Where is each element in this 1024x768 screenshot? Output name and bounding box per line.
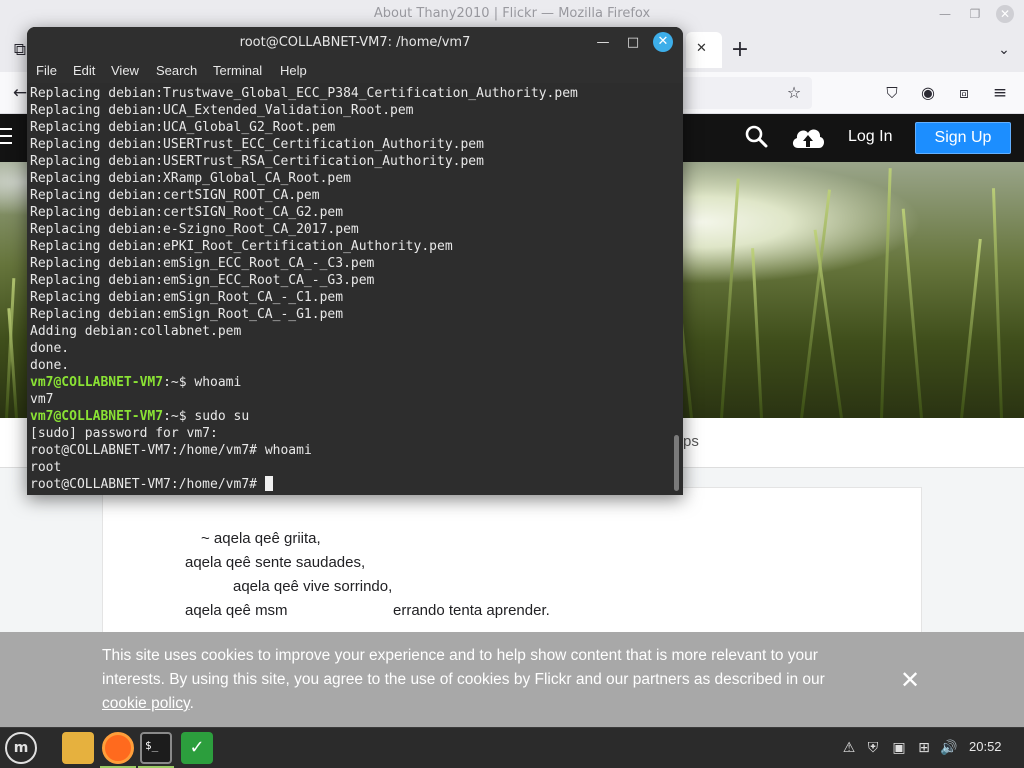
account-icon[interactable]: ◉ bbox=[916, 81, 940, 105]
upload-cloud-icon[interactable] bbox=[790, 124, 828, 152]
updates-icon[interactable]: ▣ bbox=[890, 739, 908, 757]
terminal-prompt-line: root@COLLABNET-VM7:/home/vm7# whoami bbox=[30, 442, 312, 459]
description-line: aqela qeê vive sorrindo, bbox=[233, 578, 393, 595]
description-line: aqela qeê msm bbox=[185, 602, 288, 619]
firefox-titlebar: About Thany2010 | Flickr — Mozilla Firef… bbox=[0, 0, 1024, 28]
url-bar[interactable]: ☆ bbox=[672, 77, 812, 109]
menu-help[interactable]: Help bbox=[280, 63, 307, 78]
notification-icon[interactable]: ⚠ bbox=[840, 739, 858, 757]
terminal-line: done. bbox=[30, 358, 70, 373]
terminal-line: Adding debian:collabnet.pem bbox=[30, 324, 242, 339]
cookie-message-end: . bbox=[189, 695, 194, 712]
terminal-line: Replacing debian:USERTrust_ECC_Certifica… bbox=[30, 137, 484, 152]
prompt-user: vm7@COLLABNET-VM7 bbox=[30, 375, 164, 390]
cookie-message: This site uses cookies to improve your e… bbox=[102, 644, 862, 716]
app-menu-icon[interactable]: ≡ bbox=[988, 81, 1012, 105]
menu-edit[interactable]: Edit bbox=[73, 63, 95, 78]
root-prompt: root@COLLABNET-VM7:/home/vm7# bbox=[30, 477, 265, 492]
terminal-line: Replacing debian:e-Szigno_Root_CA_2017.p… bbox=[30, 222, 359, 237]
mint-menu-icon[interactable]: m bbox=[5, 732, 37, 764]
terminal-line: Replacing debian:Trustwave_Global_ECC_P3… bbox=[30, 86, 578, 101]
prompt-path: :~$ bbox=[163, 375, 195, 390]
terminal-titlebar[interactable]: root@COLLABNET-VM7: /home/vm7 — □ ✕ bbox=[27, 27, 683, 59]
menu-terminal[interactable]: Terminal bbox=[213, 63, 262, 78]
minimize-icon[interactable]: — bbox=[936, 5, 954, 23]
terminal-line: Replacing debian:emSign_Root_CA_-_C1.pem bbox=[30, 290, 344, 305]
clock[interactable]: 20:52 bbox=[969, 739, 1002, 754]
terminal-output[interactable]: Replacing debian:Trustwave_Global_ECC_P3… bbox=[27, 83, 683, 495]
list-all-tabs-icon[interactable]: ⌄ bbox=[992, 38, 1016, 62]
shield-app-icon[interactable]: ✓ bbox=[181, 732, 213, 764]
new-tab-button[interactable]: + bbox=[728, 38, 752, 62]
terminal-window[interactable]: root@COLLABNET-VM7: /home/vm7 — □ ✕ File… bbox=[27, 27, 683, 495]
signup-button[interactable]: Sign Up bbox=[915, 122, 1011, 154]
prompt-path: :~$ bbox=[163, 409, 195, 424]
terminal-line: Replacing debian:emSign_ECC_Root_CA_-_G3… bbox=[30, 273, 375, 288]
terminal-line: Replacing debian:UCA_Global_G2_Root.pem bbox=[30, 120, 336, 135]
terminal-maximize-icon[interactable]: □ bbox=[623, 33, 643, 53]
command: whoami bbox=[194, 375, 242, 390]
menu-view[interactable]: View bbox=[111, 63, 139, 78]
terminal-line: Replacing debian:USERTrust_RSA_Certifica… bbox=[30, 154, 484, 169]
terminal-scrollbar[interactable] bbox=[674, 435, 679, 491]
terminal-title: root@COLLABNET-VM7: /home/vm7 bbox=[239, 35, 471, 50]
cookie-message-text: This site uses cookies to improve your e… bbox=[102, 647, 825, 688]
terminal-prompt-line: vm7@COLLABNET-VM7:~$ whoami bbox=[30, 374, 241, 391]
network-icon[interactable]: ⊞ bbox=[915, 739, 933, 757]
command: whoami bbox=[264, 443, 312, 458]
active-tab[interactable]: ✕ bbox=[686, 32, 722, 68]
cookie-close-icon[interactable]: ✕ bbox=[898, 668, 922, 692]
subnav-tab-partial[interactable]: ps bbox=[683, 433, 699, 450]
terminal-line: Replacing debian:emSign_ECC_Root_CA_-_C3… bbox=[30, 256, 375, 271]
profile-description-card: ~ aqela qeê griita, aqela qeê sente saud… bbox=[102, 487, 922, 647]
prompt-user: vm7@COLLABNET-VM7 bbox=[30, 409, 164, 424]
menu-search[interactable]: Search bbox=[156, 63, 197, 78]
command: sudo su bbox=[194, 409, 250, 424]
hamburger-menu-icon[interactable] bbox=[0, 128, 12, 148]
terminal-line: Replacing debian:ePKI_Root_Certification… bbox=[30, 239, 453, 254]
maximize-icon[interactable]: ❐ bbox=[966, 5, 984, 23]
tab-close-icon[interactable]: ✕ bbox=[696, 41, 707, 56]
terminal-line: Replacing debian:certSIGN_Root_CA_G2.pem bbox=[30, 205, 344, 220]
menu-file[interactable]: File bbox=[36, 63, 57, 78]
root-prompt: root@COLLABNET-VM7:/home/vm7# bbox=[30, 443, 265, 458]
desktop-screen: About Thany2010 | Flickr — Mozilla Firef… bbox=[0, 0, 1024, 768]
cookie-banner: This site uses cookies to improve your e… bbox=[0, 632, 1024, 727]
terminal-line: Replacing debian:certSIGN_ROOT_CA.pem bbox=[30, 188, 320, 203]
terminal-line: [sudo] password for vm7: bbox=[30, 426, 218, 441]
firefox-window-title: About Thany2010 | Flickr — Mozilla Firef… bbox=[373, 6, 651, 21]
extensions-icon[interactable]: ⧈ bbox=[952, 81, 976, 105]
login-link[interactable]: Log In bbox=[848, 128, 892, 146]
firefox-icon[interactable] bbox=[102, 732, 134, 764]
bookmark-star-icon[interactable]: ☆ bbox=[782, 81, 806, 105]
terminal-line: Replacing debian:XRamp_Global_CA_Root.pe… bbox=[30, 171, 351, 186]
description-line: aqela qeê sente saudades, bbox=[185, 554, 366, 571]
terminal-line: done. bbox=[30, 341, 70, 356]
description-line: errando tenta aprender. bbox=[393, 602, 550, 619]
files-folder-icon[interactable] bbox=[62, 732, 94, 764]
pocket-icon[interactable]: ⛉ bbox=[880, 81, 904, 105]
volume-icon[interactable]: 🔊 bbox=[940, 739, 958, 757]
terminal-menubar: File Edit View Search Terminal Help bbox=[27, 59, 683, 83]
terminal-close-icon[interactable]: ✕ bbox=[653, 32, 673, 52]
terminal-minimize-icon[interactable]: — bbox=[593, 33, 613, 53]
close-icon[interactable]: ✕ bbox=[996, 5, 1014, 23]
shield-tray-icon[interactable]: ⛨ bbox=[864, 739, 882, 757]
terminal-input-line[interactable]: root@COLLABNET-VM7:/home/vm7# bbox=[30, 476, 273, 493]
taskbar: m $_ ✓ ⚠ ⛨ ▣ ⊞ 🔊 20:52 bbox=[0, 727, 1024, 768]
terminal-icon[interactable]: $_ bbox=[140, 732, 172, 764]
terminal-line: vm7 bbox=[30, 392, 54, 407]
terminal-cursor bbox=[264, 476, 273, 491]
terminal-line: root bbox=[30, 460, 62, 475]
terminal-line: Replacing debian:emSign_Root_CA_-_G1.pem bbox=[30, 307, 344, 322]
cookie-policy-link[interactable]: cookie policy bbox=[102, 695, 190, 712]
terminal-line: Replacing debian:UCA_Extended_Validation… bbox=[30, 103, 414, 118]
terminal-prompt-line: vm7@COLLABNET-VM7:~$ sudo su bbox=[30, 408, 249, 425]
description-line: ~ aqela qeê griita, bbox=[201, 530, 321, 547]
search-icon[interactable] bbox=[744, 124, 770, 152]
